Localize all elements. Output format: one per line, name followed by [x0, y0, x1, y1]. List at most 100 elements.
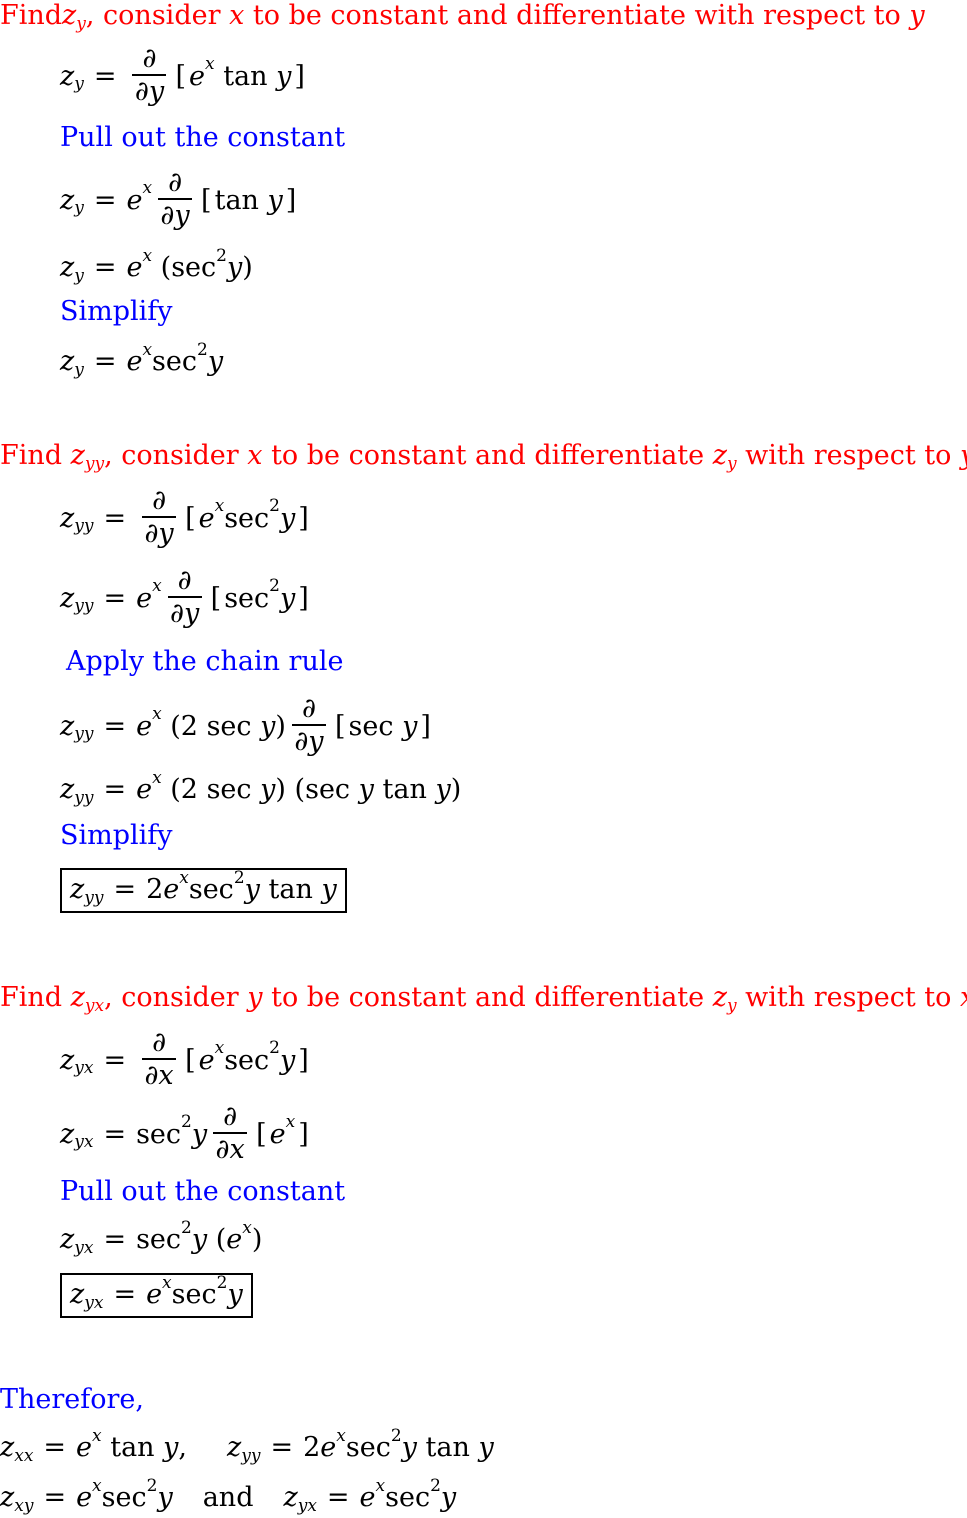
var: y [227, 1279, 243, 1310]
equals: = [43, 1432, 67, 1463]
exp: 2 [197, 339, 208, 360]
heading-diff-var: z [712, 982, 727, 1013]
lhs-var: z [60, 1224, 75, 1255]
s2-step4: z yy = ex (2 sec y) (sec y tan y) [60, 768, 461, 808]
heading-diff-sub: y [726, 995, 737, 1016]
s2-step3: z yy = ex (2 sec y) ∂ ∂y [sec y] [60, 694, 434, 758]
equals: = [103, 1118, 127, 1150]
s2-step2: z yy = ex ∂ ∂y [sec 2 y] [60, 566, 312, 630]
section2-heading: Find z yy , consider x to be constant and… [0, 440, 967, 474]
tan: tan [425, 1432, 470, 1463]
e: e [189, 60, 205, 92]
heading-text: to be constant and differentiate [262, 982, 713, 1013]
tan: tan [214, 184, 259, 216]
s1-result: zy = e x sec 2 y [60, 340, 223, 380]
lhs-sub: yx [74, 1058, 94, 1078]
bracket: ] [294, 60, 305, 92]
heading-text: with respect to [736, 982, 960, 1013]
var: y [280, 502, 296, 534]
lhs-sub: yx [74, 1132, 94, 1152]
bracket: ] [285, 184, 297, 216]
var: y [191, 1224, 208, 1255]
lhs-var: z [60, 710, 75, 742]
e: e [198, 502, 215, 534]
s2-result-boxed: z yy = 2 e x sec 2 y tan y [60, 868, 347, 913]
heading-var: z [62, 0, 77, 31]
partial-derivative: ∂ ∂x [142, 1028, 177, 1092]
partial-derivative: ∂ ∂y [132, 44, 167, 108]
s2-note-chain-rule: Apply the chain rule [66, 646, 344, 677]
sec: sec [206, 774, 252, 805]
s1-note-pull-out: Pull out the constant [60, 122, 346, 153]
summary-label: Therefore, [0, 1384, 144, 1415]
heading-text: with respect to [736, 440, 960, 471]
sec: sec [224, 1044, 270, 1076]
heading-diff-sub: y [726, 453, 737, 474]
e: e [126, 184, 143, 216]
lhs-var: z [60, 184, 75, 216]
e: e [76, 1482, 93, 1513]
partial-den: ∂y [160, 200, 190, 231]
heading-const-var: y [247, 982, 263, 1013]
equals: = [113, 874, 137, 905]
var: y [267, 184, 283, 216]
exp: 2 [269, 496, 280, 516]
lhs-var: z [60, 252, 75, 283]
comma: , [178, 1432, 188, 1463]
lhs-var: z [60, 346, 75, 377]
lhs-var: z [283, 1482, 298, 1513]
var: y [435, 774, 451, 805]
heading-text: Find [0, 982, 71, 1013]
coef: 2 [180, 774, 198, 805]
lhs-var: z [60, 582, 75, 614]
e: e [126, 252, 143, 283]
e: e [126, 346, 143, 377]
paren: ( [170, 774, 181, 805]
exp: x [92, 1475, 102, 1496]
lhs-sub: y [74, 359, 84, 380]
paren: ) [242, 252, 253, 283]
partial-den: ∂x [144, 1060, 174, 1091]
partial-num: ∂ [168, 167, 183, 198]
e: e [136, 582, 153, 614]
exp: 2 [430, 1475, 441, 1496]
s1-note-simplify: Simplify [60, 296, 173, 327]
exp: x [242, 1217, 252, 1238]
var: y [401, 1432, 417, 1463]
var: y [260, 774, 276, 805]
coef: 2 [303, 1432, 321, 1463]
exp: 2 [181, 1217, 192, 1238]
and-word: and [202, 1482, 254, 1513]
sec: sec [224, 582, 270, 614]
sec: sec [206, 710, 252, 742]
equals: = [103, 582, 127, 614]
equals: = [103, 1044, 127, 1076]
heading-wrt-var: x [960, 982, 967, 1013]
heading-var: z [70, 440, 85, 471]
lhs-sub: yy [74, 596, 94, 616]
e: e [198, 1044, 215, 1076]
lhs-sub: y [74, 198, 84, 218]
sec: sec [152, 346, 198, 377]
equals: = [93, 60, 117, 92]
paren: ( [160, 252, 172, 283]
paren: ( [294, 774, 306, 805]
exp: 2 [269, 576, 280, 596]
coef: 2 [146, 874, 164, 905]
sec: sec [101, 1482, 147, 1513]
e: e [359, 1482, 376, 1513]
exp: 2 [269, 1038, 280, 1058]
section3-heading: Find z yx , consider y to be constant and… [0, 982, 967, 1016]
e: e [226, 1224, 243, 1255]
bracket: ] [298, 1044, 309, 1076]
s3-note-pull-out: Pull out the constant [60, 1176, 346, 1207]
bracket: ] [298, 1118, 309, 1150]
coef: 2 [180, 710, 198, 742]
paren: ( [170, 710, 181, 742]
paren: ) [251, 1224, 263, 1255]
heading-var: z [70, 982, 85, 1013]
lhs-var: z [0, 1482, 15, 1513]
var: y [280, 582, 296, 614]
paren: ( [215, 1224, 227, 1255]
tan: tan [223, 60, 268, 92]
